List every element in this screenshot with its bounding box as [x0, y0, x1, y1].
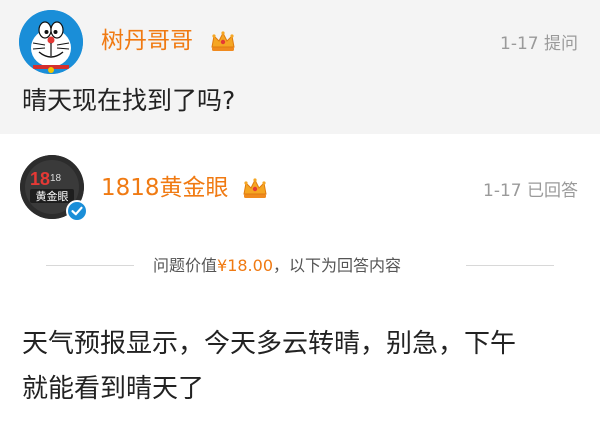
svg-text:18: 18 — [30, 169, 50, 189]
answer-text-line-2: 就能看到晴天了 — [22, 374, 205, 404]
svg-text:18: 18 — [50, 173, 62, 184]
answer-text-line-1: 天气预报显示，今天多云转晴，别急，下午 — [22, 329, 517, 359]
question-meta: 1-17 提问 — [500, 34, 578, 54]
question-user-name[interactable]: 树丹哥哥 — [101, 26, 193, 56]
question-block: 树丹哥哥 1-17 提问 晴天现在找到了吗? — [0, 0, 600, 134]
divider-line-left — [46, 265, 134, 266]
question-price: ¥18.00 — [217, 256, 273, 275]
answer-text: 天气预报显示，今天多云转晴，别急，下午 就能看到晴天了 — [22, 322, 582, 412]
verified-check-icon — [66, 200, 88, 222]
doraemon-avatar-icon[interactable] — [19, 10, 83, 74]
crown-icon — [242, 177, 268, 199]
question-text: 晴天现在找到了吗? — [22, 86, 236, 115]
answer-meta: 1-17 已回答 — [483, 181, 578, 201]
crown-icon — [210, 30, 236, 52]
divider-prefix: 问题价值 — [153, 256, 218, 275]
price-divider-text: 问题价值¥18.00，以下为回答内容 — [153, 254, 401, 278]
divider-line-right — [466, 265, 554, 266]
price-divider: 问题价值¥18.00，以下为回答内容 — [46, 254, 554, 278]
avatar-logo-text: 黄金眼 — [36, 189, 69, 203]
divider-suffix: ，以下为回答内容 — [273, 256, 402, 275]
qa-page: 树丹哥哥 1-17 提问 晴天现在找到了吗? 18 18 黄金眼 1818黄金眼… — [0, 0, 600, 433]
answerer-name[interactable]: 1818黄金眼 — [101, 173, 229, 203]
